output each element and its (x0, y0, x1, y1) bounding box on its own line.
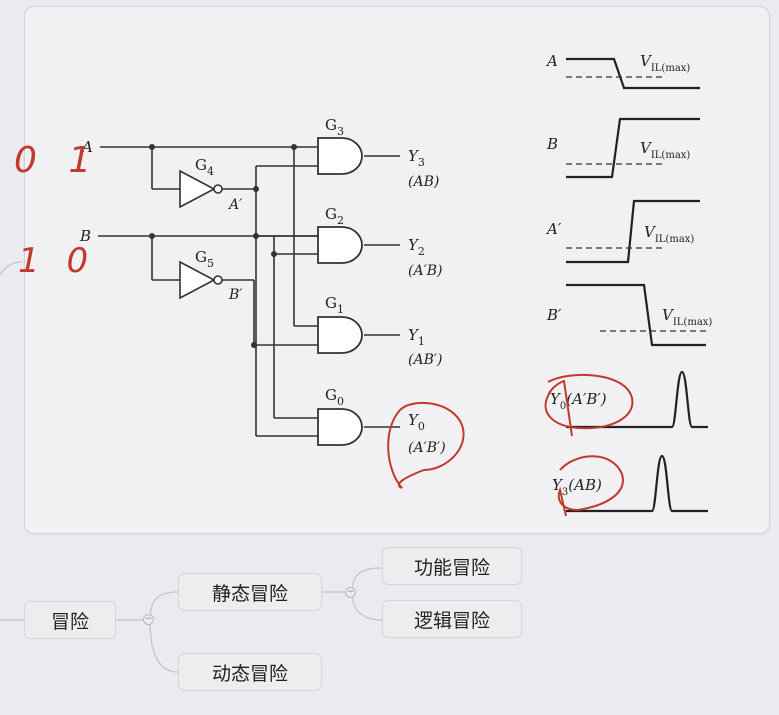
mindmap-node-functional-hazard[interactable]: 功能冒险 (382, 547, 522, 585)
g4-label: G4 (195, 156, 214, 178)
and-gate-g0 (317, 408, 363, 446)
a-prime-label: A′ (227, 197, 243, 213)
and-gate-g3 (317, 137, 363, 175)
mindmap-node-hazard[interactable]: 冒险 (24, 601, 116, 639)
y2-expr: (A′B) (408, 263, 443, 279)
y0-expr: (A′B′) (408, 440, 446, 456)
vil-label-b: VIL(max) (640, 139, 690, 161)
y1-label: Y1 (408, 326, 425, 348)
inverter-g4 (179, 169, 223, 209)
handwritten-a-values: 0 1 (14, 140, 101, 181)
and-gate-g1 (317, 316, 363, 354)
wave-a-label: A (545, 52, 558, 70)
wave-y0-label: Y0(A′B′) (550, 390, 607, 412)
wave-b-prime-label: B′ (546, 306, 562, 324)
mindmap-node-logic-hazard[interactable]: 逻辑冒险 (382, 600, 522, 638)
wave-b-label: B (546, 135, 558, 153)
collapse-toggle-hazard[interactable]: − (143, 614, 154, 625)
collapse-toggle-static[interactable]: − (345, 587, 356, 598)
inverter-g5 (179, 260, 223, 300)
y0-label: Y0 (408, 411, 425, 433)
wave-a-prime-label: A′ (545, 220, 562, 238)
vil-label-b-prime: VIL(max) (662, 306, 712, 328)
vil-label-a: VIL(max) (640, 52, 690, 74)
threshold-lines (566, 76, 706, 332)
g0-label: G0 (325, 386, 344, 408)
g2-label: G2 (325, 205, 344, 227)
mindmap-node-dynamic-hazard[interactable]: 动态冒险 (178, 653, 322, 691)
y3-expr: (AB) (408, 174, 439, 190)
g5-label: G5 (195, 248, 214, 270)
waveform-lines (566, 57, 708, 513)
handwritten-b-values: 1 0 (18, 241, 96, 281)
y1-expr: (AB′) (408, 352, 443, 368)
y2-label: Y2 (408, 236, 425, 258)
mindmap-node-static-hazard[interactable]: 静态冒险 (178, 573, 322, 611)
y3-label: Y3 (408, 147, 425, 169)
circuit-wires (98, 146, 400, 437)
g1-label: G1 (325, 294, 344, 316)
and-gate-g2 (317, 226, 363, 264)
vil-label-a-prime: VIL(max) (644, 223, 694, 245)
g3-label: G3 (325, 116, 344, 138)
b-prime-label: B′ (228, 287, 243, 303)
